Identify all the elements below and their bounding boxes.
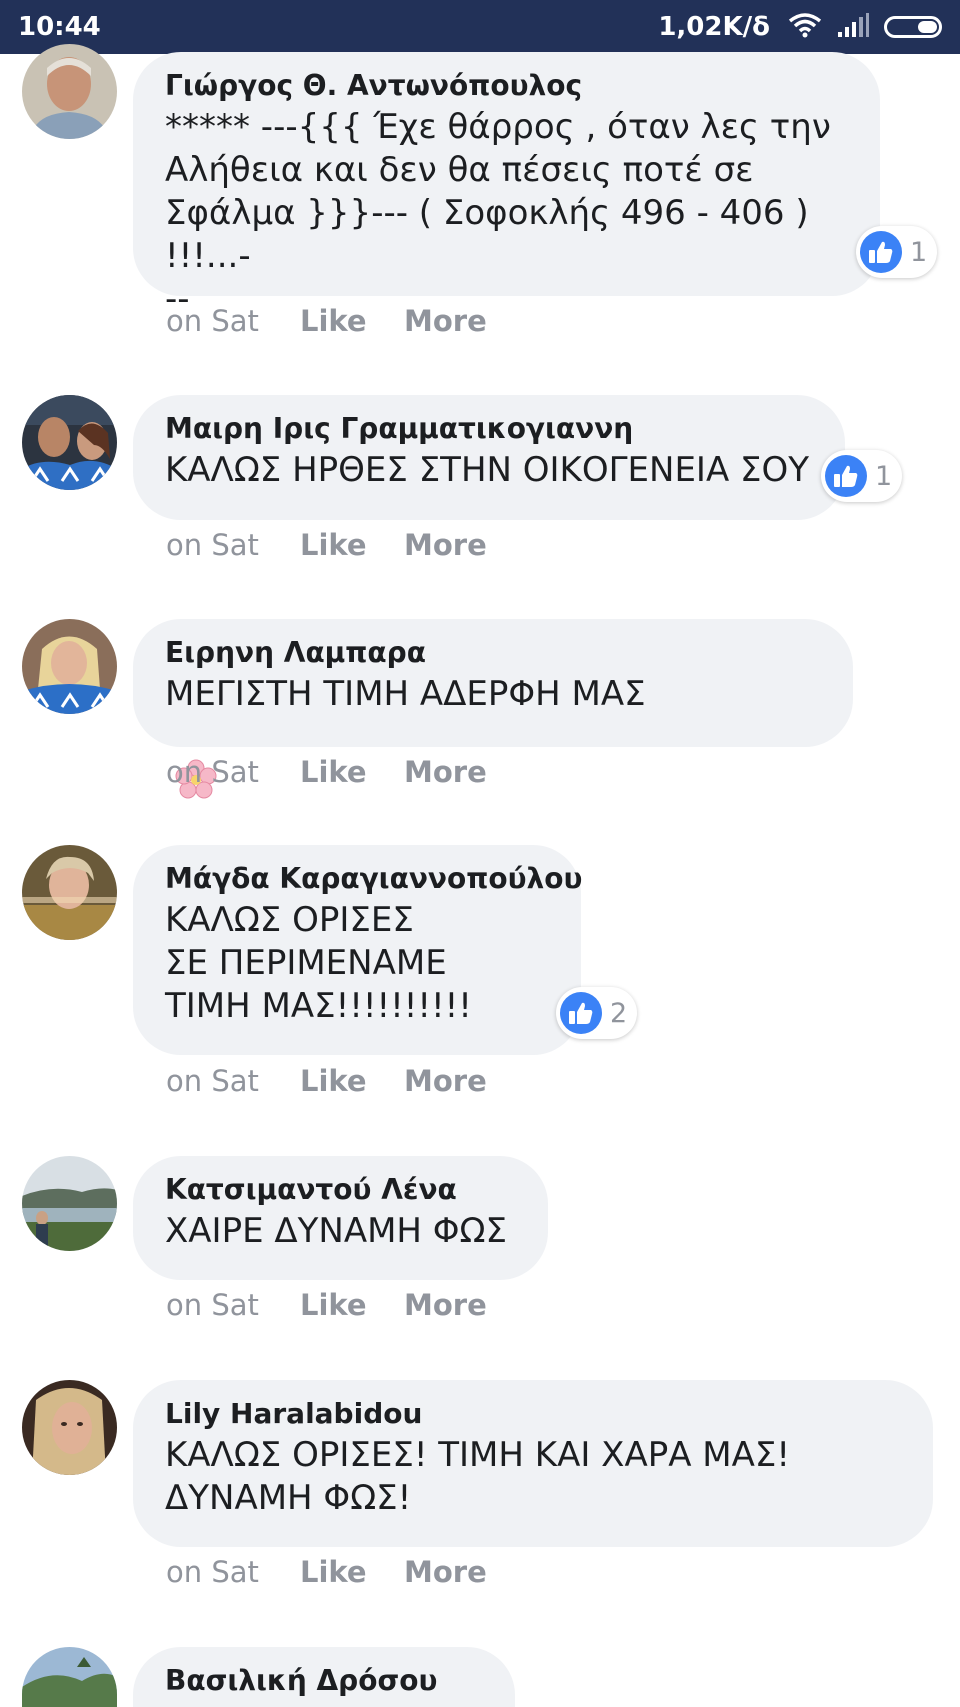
status-time: 10:44	[18, 12, 101, 42]
comment-actions: on Sat Like More	[166, 1064, 487, 1098]
like-reaction-icon	[860, 231, 902, 273]
comment-author[interactable]: Κατσιμαντού Λένα	[165, 1170, 516, 1210]
avatar[interactable]	[22, 1156, 117, 1251]
comment-time[interactable]: on Sat	[166, 528, 300, 562]
comment-text: ***** ---{{{ Έχε θάρρος , όταν λες την Α…	[165, 107, 831, 319]
comment-author[interactable]: Μάγδα Καραγιαννοπούλου	[165, 859, 582, 899]
network-speed: 1,02K/δ	[658, 12, 770, 42]
like-button[interactable]: Like	[300, 304, 404, 338]
comment-bubble[interactable]: Βασιλική Δρόσου	[133, 1647, 515, 1707]
comment-actions: on Sat Like More	[166, 304, 487, 338]
comment-author[interactable]: Lily Haralabidou	[165, 1394, 901, 1434]
reaction-summary[interactable]: 1	[821, 450, 903, 502]
more-button[interactable]: More	[404, 304, 487, 338]
comment-author[interactable]: Γιώργος Θ. Αντωνόπουλος	[165, 66, 848, 106]
more-button[interactable]: More	[404, 755, 487, 789]
comment-time[interactable]: on Sat	[166, 755, 300, 789]
comment-author[interactable]: Μαιρη Ιρις Γραμματικογιαννη	[165, 409, 813, 449]
comment-text: ΚΑΛΩΣ ΗΡΘΕΣ ΣΤΗΝ ΟΙΚΟΓΕΝΕΙΑ ΣΟΥ	[165, 450, 810, 490]
reaction-count: 1	[910, 236, 928, 268]
more-button[interactable]: More	[404, 1288, 487, 1322]
comment-time[interactable]: on Sat	[166, 304, 300, 338]
wifi-icon	[788, 12, 822, 42]
avatar[interactable]	[22, 1380, 117, 1475]
like-button[interactable]: Like	[300, 1064, 404, 1098]
like-button[interactable]: Like	[300, 1555, 404, 1589]
comment-time[interactable]: on Sat	[166, 1288, 300, 1322]
like-button[interactable]: Like	[300, 755, 404, 789]
reaction-summary[interactable]: 2	[556, 987, 638, 1039]
comment-author[interactable]: Βασιλική Δρόσου	[165, 1661, 483, 1701]
comment-time[interactable]: on Sat	[166, 1064, 300, 1098]
avatar[interactable]	[22, 845, 117, 940]
comment-text: ΚΑΛΩΣ ΟΡΙΣΕΣ! ΤΙΜΗ ΚΑΙ ΧΑΡΑ ΜΑΣ! ΔΥΝΑΜΗ …	[165, 1435, 790, 1518]
reaction-count: 1	[875, 460, 893, 492]
comment-bubble[interactable]: Μάγδα Καραγιαννοπούλου ΚΑΛΩΣ ΟΡΙΣΕΣ ΣΕ Π…	[133, 845, 582, 1055]
comment-bubble[interactable]: Γιώργος Θ. Αντωνόπουλος ***** ---{{{ Έχε…	[133, 52, 880, 319]
comment-bubble[interactable]: Κατσιμαντού Λένα ΧΑΙΡΕ ΔΥΝΑΜΗ ΦΩΣ	[133, 1156, 548, 1280]
signal-icon	[836, 12, 870, 42]
comment-actions: on Sat Like More	[166, 1288, 487, 1322]
avatar[interactable]	[22, 44, 117, 139]
like-reaction-icon	[560, 992, 602, 1034]
more-button[interactable]: More	[404, 1555, 487, 1589]
like-button[interactable]: Like	[300, 1288, 404, 1322]
status-bar: 10:44 1,02K/δ	[0, 0, 960, 54]
comment-text: ΧΑΙΡΕ ΔΥΝΑΜΗ ΦΩΣ	[165, 1211, 508, 1251]
comment-bubble[interactable]: Ειρηνη Λαμπαρα ΜΕΓΙΣΤΗ ΤΙΜΗ ΑΔΕΡΦΗ ΜΑΣ	[133, 619, 853, 995]
like-button[interactable]: Like	[300, 528, 404, 562]
like-reaction-icon	[825, 455, 867, 497]
reaction-summary[interactable]: 1	[856, 226, 938, 278]
comment-time[interactable]: on Sat	[166, 1555, 300, 1589]
comment-actions: on Sat Like More	[166, 528, 487, 562]
comment-bubble[interactable]: Μαιρη Ιρις Γραμματικογιαννη ΚΑΛΩΣ ΗΡΘΕΣ …	[133, 395, 845, 520]
reaction-count: 2	[610, 997, 628, 1029]
comment-text: ΚΑΛΩΣ ΟΡΙΣΕΣ ΣΕ ΠΕΡΙΜΕΝΑΜΕ ΤΙΜΗ ΜΑΣ!!!!!…	[165, 900, 472, 1026]
avatar[interactable]	[22, 619, 117, 714]
comment-text-content: ΜΕΓΙΣΤΗ ΤΙΜΗ ΑΔΕΡΦΗ ΜΑΣ	[165, 674, 646, 714]
status-right: 1,02K/δ	[658, 12, 942, 42]
battery-icon	[884, 16, 942, 38]
more-button[interactable]: More	[404, 528, 487, 562]
comment-actions: on Sat Like More	[166, 1555, 487, 1589]
avatar[interactable]	[22, 395, 117, 490]
avatar[interactable]	[22, 1647, 117, 1707]
comment-author[interactable]: Ειρηνη Λαμπαρα	[165, 633, 821, 673]
comment-actions: on Sat Like More	[166, 755, 487, 789]
comment-bubble[interactable]: Lily Haralabidou ΚΑΛΩΣ ΟΡΙΣΕΣ! ΤΙΜΗ ΚΑΙ …	[133, 1380, 933, 1547]
more-button[interactable]: More	[404, 1064, 487, 1098]
